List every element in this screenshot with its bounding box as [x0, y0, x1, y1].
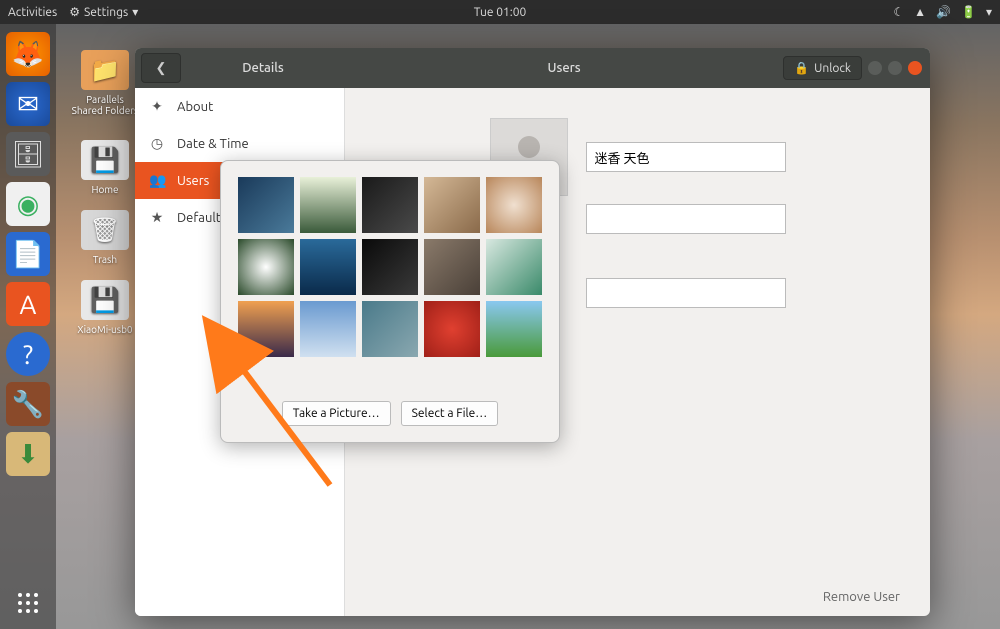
avatar-option-book[interactable] — [300, 177, 356, 233]
plus-icon: ✦ — [149, 98, 165, 115]
desktop-home[interactable]: 💾 Home — [70, 140, 140, 195]
avatar-option-hummingbird[interactable] — [486, 239, 542, 295]
avatar-picture-grid — [237, 177, 543, 357]
back-button[interactable]: ❮ — [141, 53, 181, 83]
desktop-xiaomi-usb[interactable]: 💾 XiaoMi-usb0 — [70, 280, 140, 335]
avatar-option-coffee[interactable] — [486, 177, 542, 233]
dock-writer[interactable]: 📄 — [6, 232, 50, 276]
avatar-option-cat[interactable] — [424, 177, 480, 233]
chevron-down-icon: ▾ — [132, 5, 138, 19]
clock-icon: ◷ — [149, 135, 165, 152]
chevron-down-icon[interactable]: ▾ — [986, 5, 992, 19]
maximize-button[interactable] — [888, 61, 902, 75]
dock-firefox[interactable]: 🦊 — [6, 32, 50, 76]
select-file-button[interactable]: Select a File… — [401, 401, 499, 426]
sidebar-item-datetime[interactable]: ◷ Date & Time — [135, 125, 344, 162]
desktop-trash[interactable]: 🗑 Trash — [70, 210, 140, 265]
minimize-button[interactable] — [868, 61, 882, 75]
section-title: Details — [181, 61, 345, 75]
window-title: Users — [345, 61, 783, 75]
gear-icon: ⚙ — [69, 5, 80, 19]
desktop-icon-label: Trash — [93, 254, 117, 265]
avatar-option-guitar[interactable] — [362, 239, 418, 295]
unlock-button[interactable]: 🔒 Unlock — [783, 56, 862, 80]
avatar-option-desk[interactable] — [362, 177, 418, 233]
user-name-input[interactable] — [586, 142, 786, 172]
activities-button[interactable]: Activities — [8, 6, 57, 19]
sidebar-item-about[interactable]: ✦ About — [135, 88, 344, 125]
unlock-label: Unlock — [814, 62, 851, 75]
titlebar: ❮ Details Users 🔒 Unlock — [135, 48, 930, 88]
desktop-parallels-folder[interactable]: 📁 Parallels Shared Folders — [70, 50, 140, 116]
avatar-option-flower[interactable] — [238, 239, 294, 295]
sidebar-item-label: Date & Time — [177, 137, 249, 151]
battery-icon[interactable]: 🔋 — [961, 5, 976, 19]
avatar-option-plane[interactable] — [300, 301, 356, 357]
desktop-icon-label: Parallels Shared Folders — [72, 94, 139, 116]
dock-thunderbird[interactable]: ✉ — [6, 82, 50, 126]
dock-help[interactable]: ? — [6, 332, 50, 376]
dock-amazon[interactable]: ⬇ — [6, 432, 50, 476]
dock-files[interactable]: 🗄 — [6, 132, 50, 176]
trash-icon: 🗑 — [81, 210, 129, 250]
clock[interactable]: Tue 01:00 — [474, 6, 527, 19]
remove-user-button[interactable]: Remove User — [823, 590, 900, 604]
dock-software[interactable]: A — [6, 282, 50, 326]
drive-icon: 💾 — [81, 280, 129, 320]
volume-icon[interactable]: 🔊 — [936, 5, 951, 19]
avatar-option-tree[interactable] — [486, 301, 542, 357]
avatar-option-car[interactable] — [300, 239, 356, 295]
password-field[interactable] — [586, 278, 786, 308]
gnome-topbar: Activities ⚙ Settings ▾ Tue 01:00 ☾ ▲ 🔊 … — [0, 0, 1000, 24]
folder-icon: 📁 — [81, 50, 129, 90]
star-icon: ★ — [149, 209, 165, 226]
chevron-left-icon: ❮ — [156, 61, 167, 76]
night-icon[interactable]: ☾ — [893, 5, 904, 19]
dock-rhythmbox[interactable]: ◉ — [6, 182, 50, 226]
network-icon[interactable]: ▲ — [914, 5, 926, 19]
avatar-option-tomato[interactable] — [424, 301, 480, 357]
account-type-field[interactable] — [586, 204, 786, 234]
drive-icon: 💾 — [81, 140, 129, 180]
take-picture-button[interactable]: Take a Picture… — [282, 401, 391, 426]
avatar-picker-popover: Take a Picture… Select a File… — [220, 160, 560, 443]
lock-icon: 🔒 — [794, 61, 809, 75]
avatar-option-surfer[interactable] — [362, 301, 418, 357]
avatar-option-headphones[interactable] — [424, 239, 480, 295]
sidebar-item-label: About — [177, 100, 213, 114]
dock-settings[interactable]: 🔧 — [6, 382, 50, 426]
close-button[interactable] — [908, 61, 922, 75]
avatar-option-sunset[interactable] — [238, 301, 294, 357]
desktop-icon-label: XiaoMi-usb0 — [77, 324, 132, 335]
show-applications[interactable] — [16, 591, 40, 619]
sidebar-item-label: Users — [177, 174, 209, 188]
app-menu-label: Settings — [84, 6, 128, 19]
app-menu[interactable]: ⚙ Settings ▾ — [69, 5, 138, 19]
dock: 🦊 ✉ 🗄 ◉ 📄 A ? 🔧 ⬇ — [0, 24, 56, 629]
users-icon: 👥 — [149, 172, 165, 189]
desktop-icon-label: Home — [92, 184, 119, 195]
avatar-option-bicycle[interactable] — [238, 177, 294, 233]
